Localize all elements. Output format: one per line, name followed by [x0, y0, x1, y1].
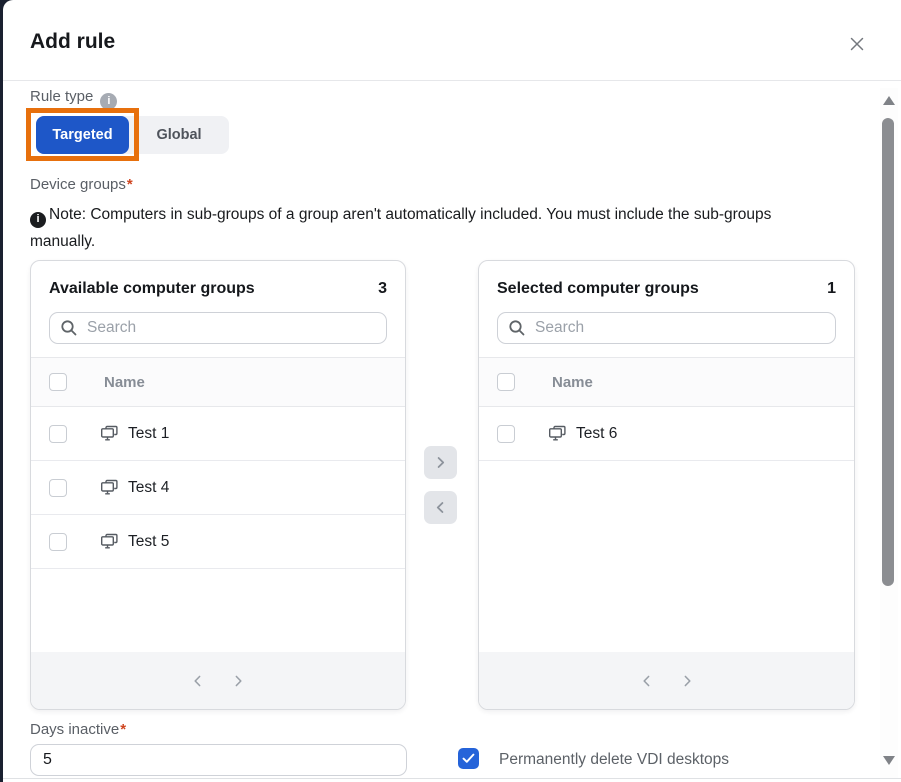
- add-rule-modal: Add rule Rule typei Targeted Global Devi…: [3, 0, 901, 782]
- screen: Add rule Rule typei Targeted Global Devi…: [0, 0, 901, 782]
- scrollbar-thumb[interactable]: [882, 118, 894, 586]
- select-all-checkbox[interactable]: [49, 373, 67, 391]
- rule-type-label: Rule typei: [30, 88, 117, 110]
- table-row[interactable]: Test 4: [31, 461, 405, 515]
- name-column-header: Name: [552, 374, 593, 391]
- targeted-button[interactable]: Targeted: [36, 116, 129, 154]
- available-count-badge: 3: [378, 280, 387, 298]
- group-name: Test 5: [128, 533, 169, 551]
- search-icon: [60, 319, 78, 342]
- days-inactive-label: Days inactive*: [30, 721, 126, 738]
- selected-panel-header: Selected computer groups 1: [479, 261, 854, 300]
- select-all-checkbox[interactable]: [497, 373, 515, 391]
- move-left-button[interactable]: [424, 491, 457, 524]
- scroll-up-icon[interactable]: [883, 96, 895, 105]
- group-name: Test 6: [576, 425, 617, 443]
- checkmark-icon: [462, 753, 475, 764]
- vdi-delete-checkbox[interactable]: [458, 748, 479, 769]
- vdi-delete-label[interactable]: Permanently delete VDI desktops: [499, 751, 729, 769]
- computer-group-icon: [100, 425, 119, 442]
- name-column-header: Name: [104, 374, 145, 391]
- move-right-button[interactable]: [424, 446, 457, 479]
- next-page-button[interactable]: [674, 668, 700, 694]
- search-icon: [508, 319, 526, 342]
- available-search-input[interactable]: [49, 312, 387, 344]
- days-inactive-input[interactable]: [30, 744, 407, 776]
- selected-panel-title: Selected computer groups: [497, 280, 827, 298]
- page-title: Add rule: [30, 30, 115, 54]
- table-row[interactable]: Test 5: [31, 515, 405, 569]
- selected-rows: Test 6: [479, 407, 854, 652]
- prev-page-button[interactable]: [634, 668, 660, 694]
- prev-page-button[interactable]: [185, 668, 211, 694]
- next-page-button[interactable]: [225, 668, 251, 694]
- table-row[interactable]: Test 1: [31, 407, 405, 461]
- available-pagination: [31, 652, 405, 709]
- rule-type-segmented-control: Targeted Global: [36, 116, 229, 154]
- device-groups-label: Device groups*: [30, 176, 133, 193]
- header-divider: [3, 80, 901, 81]
- row-checkbox[interactable]: [497, 425, 515, 443]
- selected-table-header: Name: [479, 357, 854, 407]
- group-name: Test 1: [128, 425, 169, 443]
- chevron-right-icon: [434, 456, 447, 469]
- selected-count-badge: 1: [827, 280, 836, 298]
- chevron-left-icon: [434, 501, 447, 514]
- available-search: [49, 312, 387, 344]
- group-name: Test 4: [128, 479, 169, 497]
- close-button[interactable]: [844, 33, 870, 59]
- scroll-down-icon[interactable]: [883, 756, 895, 765]
- selected-pagination: [479, 652, 854, 709]
- global-button[interactable]: Global: [129, 116, 229, 154]
- bottom-divider: [3, 778, 901, 779]
- selected-search: [497, 312, 836, 344]
- close-icon: [849, 36, 865, 57]
- scrollbar: [880, 88, 898, 778]
- required-asterisk: *: [127, 176, 133, 193]
- required-asterisk: *: [120, 721, 126, 738]
- available-groups-panel: Available computer groups 3 Name: [30, 260, 406, 710]
- row-checkbox[interactable]: [49, 479, 67, 497]
- selected-groups-panel: Selected computer groups 1 Name: [478, 260, 855, 710]
- row-checkbox[interactable]: [49, 425, 67, 443]
- note-info-icon: i: [30, 212, 46, 228]
- row-checkbox[interactable]: [49, 533, 67, 551]
- available-panel-header: Available computer groups 3: [31, 261, 405, 300]
- computer-group-icon: [100, 533, 119, 550]
- selected-search-input[interactable]: [497, 312, 836, 344]
- available-panel-title: Available computer groups: [49, 280, 378, 298]
- available-rows: Test 1 Test 4 Test 5: [31, 407, 405, 652]
- rule-type-info-icon[interactable]: i: [100, 93, 117, 110]
- computer-group-icon: [100, 479, 119, 496]
- computer-group-icon: [548, 425, 567, 442]
- table-row[interactable]: Test 6: [479, 407, 854, 461]
- sub-groups-note: iNote: Computers in sub-groups of a grou…: [30, 201, 830, 255]
- available-table-header: Name: [31, 357, 405, 407]
